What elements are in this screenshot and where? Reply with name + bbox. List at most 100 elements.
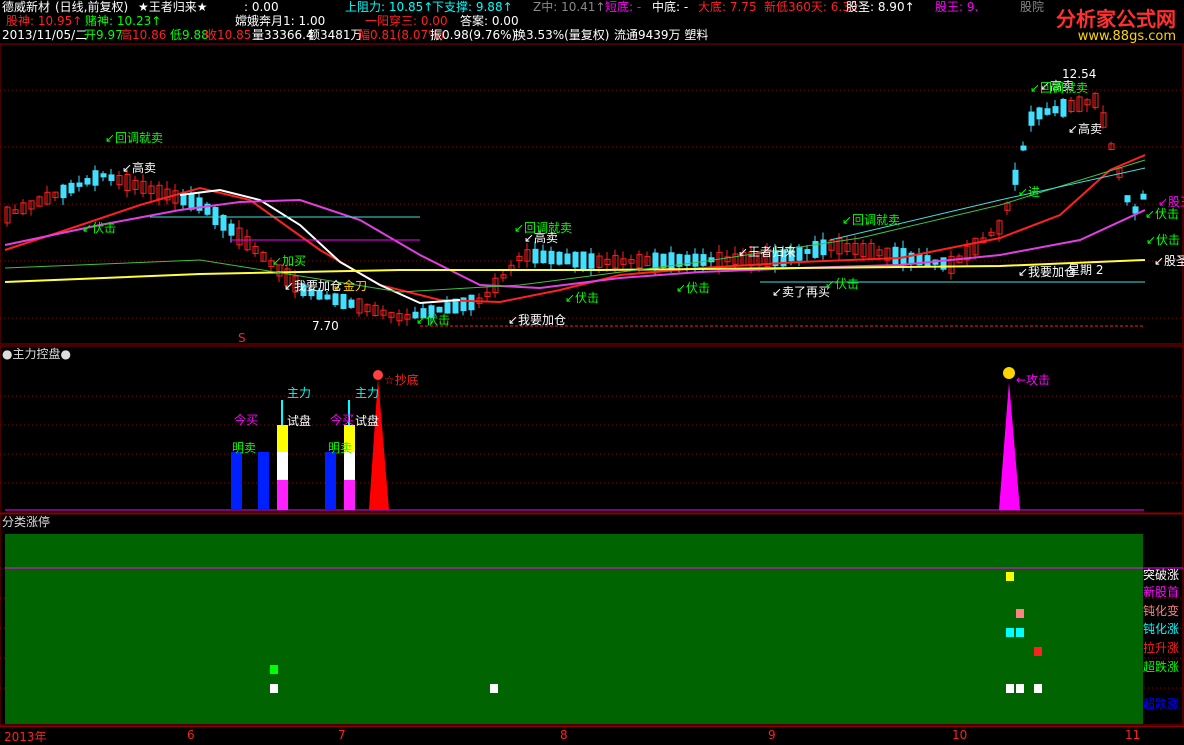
candle-body bbox=[572, 251, 579, 268]
candle-body bbox=[652, 252, 659, 270]
chart-annotation: ↙王者归来 bbox=[738, 245, 796, 259]
candle-body bbox=[332, 293, 339, 306]
x-axis-label: 11 bbox=[1125, 728, 1141, 742]
chart-annotation: ↙伏击 bbox=[565, 291, 599, 305]
candle-body bbox=[1028, 111, 1035, 126]
candle-body bbox=[84, 178, 91, 185]
panel3-title: 分类涨停 bbox=[2, 515, 51, 529]
candle-body bbox=[804, 249, 811, 254]
candle-body bbox=[220, 214, 227, 231]
chart-canvas[interactable]: 12.54↙回调就卖↙高卖↙回调就卖↙高卖↙回调就卖↙高卖↙高卖↙回调就卖↙伏击… bbox=[0, 0, 1184, 741]
chart-annotation: 7.70 bbox=[312, 319, 339, 333]
panel2-label: 试盘 bbox=[355, 413, 379, 428]
candle-body bbox=[68, 182, 75, 194]
panel2-label: 主力 bbox=[287, 386, 311, 400]
candle-body bbox=[924, 255, 931, 267]
panel3-marker bbox=[1006, 572, 1014, 581]
panel3-marker bbox=[1006, 628, 1014, 637]
chart-annotation: ↙高卖 bbox=[122, 160, 156, 175]
panel3-legend: 钝化变 bbox=[1143, 603, 1179, 618]
bottom-icon bbox=[373, 370, 383, 380]
x-axis-label: 8 bbox=[560, 728, 568, 742]
candle-body bbox=[444, 302, 451, 314]
attack-icon bbox=[1003, 367, 1015, 379]
chart-annotation: ↙金刀 bbox=[333, 278, 367, 293]
candle-body bbox=[580, 251, 587, 270]
candle-body bbox=[1012, 169, 1019, 185]
panel2-label: 试盘 bbox=[287, 413, 311, 428]
candle-body bbox=[100, 173, 107, 178]
candle-body bbox=[1060, 98, 1067, 117]
candle-body bbox=[228, 223, 235, 236]
candle-body bbox=[1140, 193, 1147, 200]
candle-body bbox=[820, 239, 827, 256]
candle-body bbox=[692, 253, 699, 267]
chart-annotation: ↙卖了再买 bbox=[772, 285, 830, 299]
chart-annotation: ↙伏击 bbox=[676, 281, 710, 295]
candle-body bbox=[548, 250, 555, 265]
panel2-label: 今买 bbox=[234, 412, 258, 427]
panel3-marker bbox=[1034, 647, 1042, 656]
panel2-label: 明卖 bbox=[328, 441, 352, 455]
panel3-legend: 超跌涨 bbox=[1143, 659, 1179, 674]
panel2-title: ●主力控盘● bbox=[2, 347, 71, 361]
candle-body bbox=[340, 293, 347, 309]
candle-body bbox=[324, 294, 331, 300]
chart-annotation: ↙回调就卖 bbox=[1030, 81, 1088, 95]
panel3-marker bbox=[270, 665, 278, 674]
candle-body bbox=[1132, 206, 1139, 214]
panel2-bar bbox=[344, 452, 355, 480]
x-axis: 2013年 6 7 8 9 10 11 bbox=[0, 726, 1184, 744]
chart-annotation: ↙高卖 bbox=[524, 230, 558, 245]
panel2-bar bbox=[344, 480, 355, 510]
candle-body bbox=[108, 174, 115, 181]
panel2-label: 主力 bbox=[355, 386, 379, 400]
panel2-label: 今买 bbox=[330, 412, 354, 427]
panel3-marker bbox=[1016, 684, 1024, 693]
panel2-bar bbox=[277, 425, 288, 452]
panel3-marker bbox=[1006, 684, 1014, 693]
candle-body bbox=[812, 240, 819, 258]
panel3-marker bbox=[490, 684, 498, 693]
chart-annotation: ↙回调就卖 bbox=[105, 131, 163, 145]
candle-body bbox=[468, 294, 475, 311]
panel3-background bbox=[5, 534, 1143, 724]
panel3-legend: 拉升涨 bbox=[1143, 640, 1179, 655]
panel2-label: ←攻击 bbox=[1016, 373, 1050, 387]
ma-red-line bbox=[4, 154, 1146, 304]
candle-body bbox=[188, 193, 195, 210]
panel2-bar bbox=[258, 452, 269, 510]
panel3-marker bbox=[1016, 628, 1024, 637]
candle-body bbox=[92, 170, 99, 186]
candle-body bbox=[1044, 108, 1051, 115]
chart-annotation: ↙我要加仓 bbox=[508, 313, 566, 327]
candle-body bbox=[1124, 195, 1131, 203]
candle-body bbox=[700, 254, 707, 266]
chart-annotation: ↙加买 bbox=[272, 254, 306, 268]
panel3-marker bbox=[1034, 684, 1042, 693]
panel3-marker bbox=[1016, 609, 1024, 618]
candle-body bbox=[76, 182, 83, 187]
panel3-marker bbox=[270, 684, 278, 693]
candle-body bbox=[436, 306, 443, 313]
chart-annotation: ↙高卖 bbox=[1068, 121, 1102, 136]
chart-annotation: ↙股圣 bbox=[1154, 254, 1184, 268]
x-axis-label: 6 bbox=[187, 728, 195, 742]
chart-annotation: ↙伏击 bbox=[1146, 233, 1180, 247]
x-axis-label: 9 bbox=[768, 728, 776, 742]
candle-body bbox=[1036, 107, 1043, 120]
candle-body bbox=[540, 250, 547, 264]
chart-annotation: ↙伏击 bbox=[1145, 207, 1179, 221]
panel2-bar bbox=[231, 452, 242, 510]
chart-annotation: 星期 2 bbox=[1068, 263, 1103, 277]
candle-body bbox=[348, 299, 355, 308]
chart-annotation: ↙伏击 bbox=[825, 277, 859, 291]
candle-body bbox=[796, 246, 803, 261]
candle-body bbox=[556, 251, 563, 265]
panel2-label: ☆抄底 bbox=[384, 372, 419, 387]
panel3-legend: 超跌涨 bbox=[1143, 696, 1179, 711]
candle-body bbox=[892, 246, 899, 265]
candle-body bbox=[212, 207, 219, 226]
chart-annotation: ↙回调就卖 bbox=[842, 213, 900, 227]
panel2-spike-magenta bbox=[999, 382, 1020, 510]
